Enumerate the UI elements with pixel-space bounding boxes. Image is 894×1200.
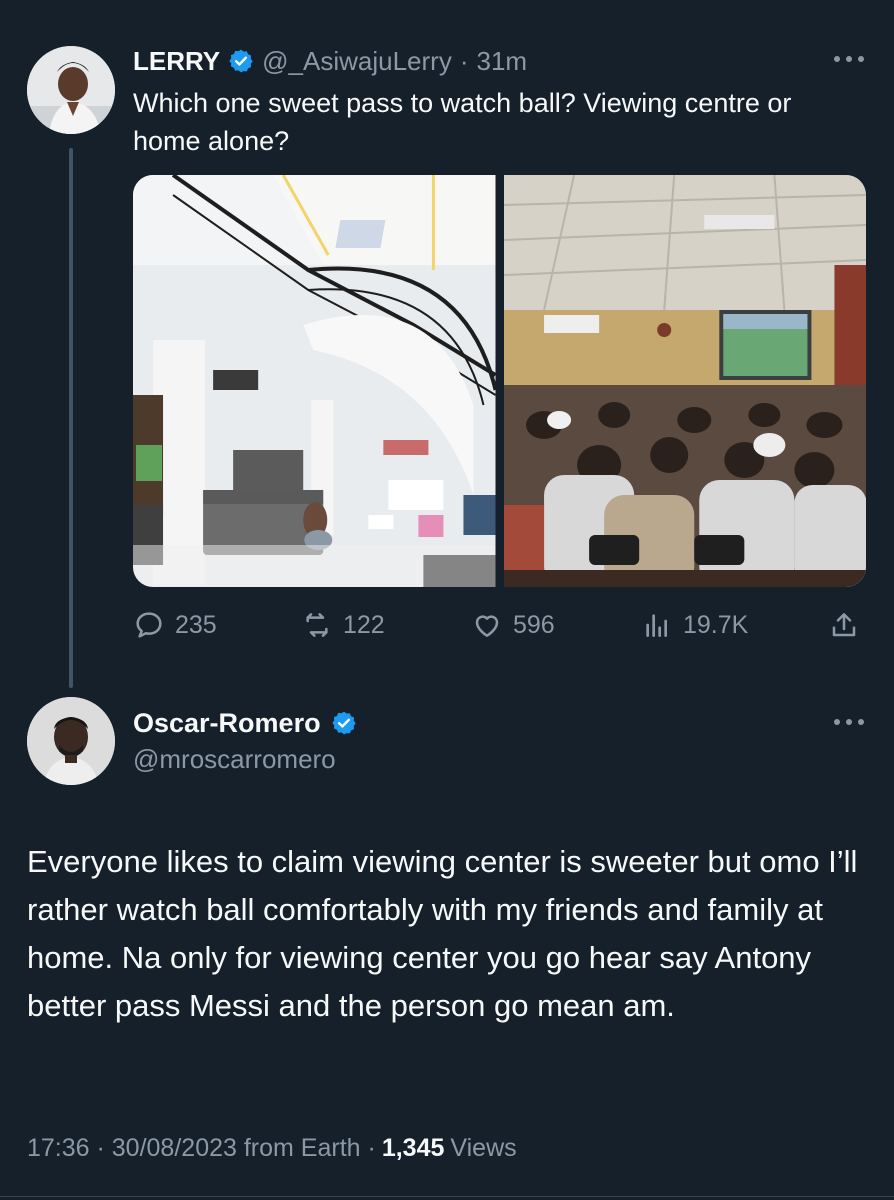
like-icon xyxy=(475,615,499,637)
views-button[interactable]: 19.7K xyxy=(641,604,748,646)
media-image-house-interior[interactable] xyxy=(133,175,496,587)
tweet-thread-page: LERRY @_AsiwajuLerry · 31m Which one swe… xyxy=(0,0,894,1200)
author-name[interactable]: Oscar-Romero xyxy=(133,708,321,739)
views-count: 1,345 xyxy=(381,1134,445,1162)
media-image-viewing-centre[interactable] xyxy=(503,175,866,587)
share-icon xyxy=(832,613,856,637)
tweet-header: Oscar-Romero xyxy=(133,705,357,741)
retweet-count: 122 xyxy=(343,610,385,639)
thread-connector-line xyxy=(69,148,73,688)
divider xyxy=(0,1196,894,1197)
like-count: 596 xyxy=(513,610,555,639)
reply-icon xyxy=(136,612,162,638)
verified-badge-icon xyxy=(331,710,357,736)
avatar[interactable] xyxy=(27,697,115,785)
author-handle[interactable]: @mroscarromero xyxy=(133,744,336,775)
views-count: 19.7K xyxy=(683,610,749,639)
reply-button[interactable]: 235 xyxy=(133,604,217,646)
share-button[interactable] xyxy=(828,604,860,646)
avatar[interactable] xyxy=(27,46,115,134)
verified-badge-icon xyxy=(228,48,254,74)
tweet-action-bar: 235 122 596 19.7K xyxy=(133,604,866,646)
views-icon xyxy=(646,614,667,637)
tweet-header: LERRY @_AsiwajuLerry · 31m xyxy=(133,44,527,78)
views-label: Views xyxy=(450,1134,517,1162)
retweet-icon xyxy=(306,613,328,637)
tweet-text: Everyone likes to claim viewing center i… xyxy=(27,844,858,1023)
retweet-button[interactable]: 122 xyxy=(301,604,385,646)
more-options-icon[interactable] xyxy=(834,716,864,728)
more-options-icon[interactable] xyxy=(834,53,864,65)
reply-count: 235 xyxy=(175,610,217,639)
tweet-media-grid xyxy=(133,175,866,587)
like-button[interactable]: 596 xyxy=(471,604,555,646)
author-handle[interactable]: @_AsiwajuLerry xyxy=(262,46,452,77)
tweet-meta: 17:36 · 30/08/2023 from Earth · 1,345 Vi… xyxy=(27,1134,517,1163)
timestamp[interactable]: 17:36 · 30/08/2023 from Earth · xyxy=(27,1134,376,1163)
time-ago[interactable]: 31m xyxy=(477,46,528,77)
meta-separator: · xyxy=(459,45,469,76)
author-name[interactable]: LERRY xyxy=(133,46,220,77)
tweet-text: Which one sweet pass to watch ball? View… xyxy=(133,88,792,156)
